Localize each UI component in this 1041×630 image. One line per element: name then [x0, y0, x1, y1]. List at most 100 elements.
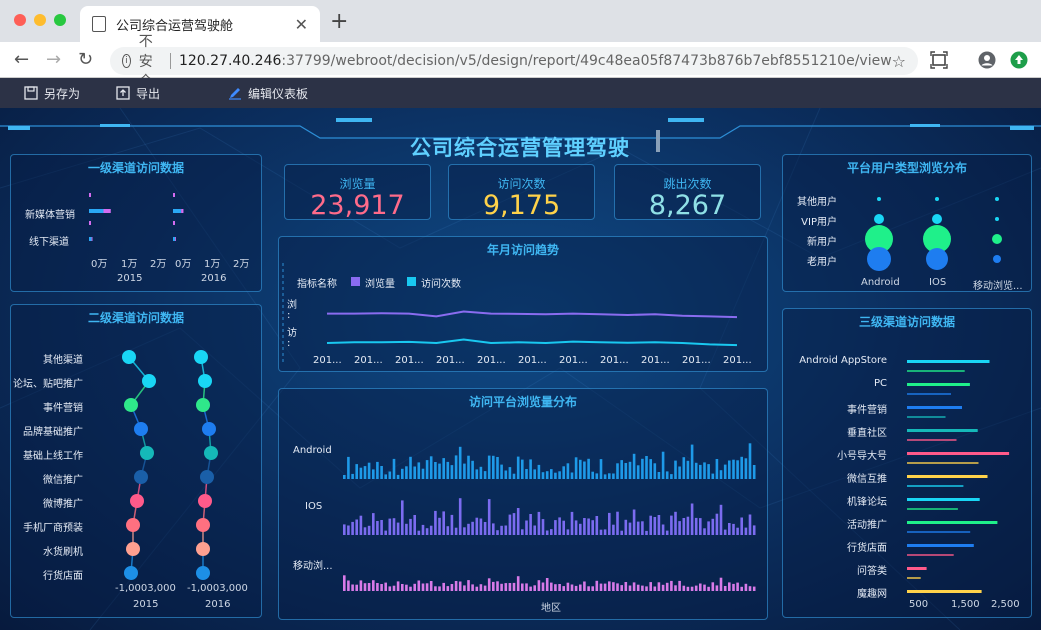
- bar: [657, 582, 661, 591]
- bar: [616, 463, 619, 479]
- tab-close-icon[interactable]: ✕: [295, 15, 308, 34]
- screen-capture-icon[interactable]: [930, 51, 948, 69]
- bar: [516, 508, 520, 535]
- close-window-button[interactable]: [14, 14, 26, 26]
- new-tab-button[interactable]: +: [330, 11, 348, 33]
- bar: [421, 524, 425, 535]
- kpi-value: 23,917: [310, 190, 405, 221]
- bar: [359, 467, 363, 479]
- bar: [425, 460, 429, 479]
- bar: [388, 518, 392, 535]
- bar-marker: [173, 221, 175, 225]
- panel-platform-distribution: 访问平台浏览量分布 Android IOS 移动浏... 地区: [278, 388, 768, 620]
- bar: [616, 511, 619, 535]
- bar: [587, 518, 590, 535]
- bar: [380, 584, 383, 591]
- bar: [541, 582, 545, 591]
- bar: [525, 583, 528, 591]
- bar: [907, 429, 978, 432]
- bar: [450, 465, 454, 479]
- bar: [636, 584, 640, 591]
- reload-icon[interactable]: ↻: [78, 50, 93, 70]
- forward-icon[interactable]: →: [46, 50, 61, 70]
- bubble: [992, 234, 1002, 244]
- bar: [558, 517, 561, 535]
- bar: [351, 521, 354, 535]
- bar: [595, 473, 599, 479]
- bar: [421, 583, 425, 591]
- bar: [442, 582, 445, 591]
- bar: [707, 521, 710, 535]
- bar-secondary: [907, 485, 964, 487]
- bar: [595, 580, 599, 591]
- edit-dashboard-button[interactable]: 编辑仪表板: [228, 85, 308, 102]
- bar: [483, 585, 487, 591]
- bar: [649, 459, 652, 479]
- bubble: [877, 197, 881, 201]
- profile-avatar-icon[interactable]: [978, 51, 996, 69]
- bar: [665, 530, 669, 535]
- bar: [574, 520, 578, 535]
- x-tick-label: 201...: [395, 355, 424, 366]
- bar: [396, 474, 400, 479]
- bar: [359, 580, 363, 591]
- bar: [475, 517, 479, 535]
- bubble: [993, 255, 1001, 263]
- bar: [707, 464, 710, 479]
- bar: [545, 530, 549, 535]
- bar-secondary: [907, 393, 951, 395]
- bar: [454, 455, 458, 479]
- data-point: [196, 398, 210, 412]
- bar: [475, 469, 479, 479]
- bar: [487, 578, 491, 591]
- x-tick-label: 201...: [436, 355, 465, 366]
- bar: [516, 576, 520, 591]
- maximize-window-button[interactable]: [54, 14, 66, 26]
- save-as-button[interactable]: 另存为: [24, 85, 80, 102]
- x-tick-label: 201...: [313, 355, 342, 366]
- browser-tab[interactable]: 公司综合运营驾驶舱 ✕: [80, 6, 320, 42]
- bar: [405, 523, 408, 535]
- bar: [438, 517, 441, 535]
- data-point: [198, 494, 212, 508]
- bar: [458, 446, 462, 479]
- bar: [641, 585, 644, 591]
- bar: [367, 462, 371, 479]
- data-point: [124, 398, 138, 412]
- bar: [479, 584, 483, 591]
- bar: [752, 465, 756, 479]
- bar: [690, 503, 694, 535]
- bar: [723, 464, 727, 479]
- bar: [413, 583, 416, 591]
- minimize-window-button[interactable]: [34, 14, 46, 26]
- bar: [454, 527, 458, 535]
- bar-secondary: [907, 416, 946, 418]
- bar: [392, 518, 396, 535]
- bookmark-star-icon[interactable]: ☆: [892, 52, 906, 71]
- info-icon[interactable]: i: [122, 54, 131, 68]
- kpi-bounces: 跳出次数 8,267: [614, 164, 761, 220]
- bar: [632, 509, 636, 535]
- bar: [463, 527, 466, 535]
- bar: [384, 582, 387, 591]
- back-icon[interactable]: ←: [14, 50, 29, 70]
- bar: [467, 455, 470, 479]
- bar: [401, 468, 404, 479]
- bar-secondary: [907, 508, 958, 510]
- axis-tick: 0万: [91, 259, 108, 270]
- address-bar[interactable]: i 不安全 120.27.40.246 :37799/webroot/decis…: [110, 34, 918, 90]
- bar: [732, 459, 735, 479]
- export-button[interactable]: 导出: [116, 85, 160, 102]
- bar: [694, 585, 698, 591]
- bar-secondary: [907, 370, 965, 372]
- update-extension-icon[interactable]: [1010, 51, 1028, 69]
- bar: [558, 584, 561, 591]
- bar-secondary: [907, 577, 921, 579]
- bar: [529, 514, 532, 535]
- bar: [380, 520, 383, 535]
- bar: [541, 472, 545, 479]
- bar: [699, 464, 702, 479]
- bar: [512, 582, 516, 591]
- bar-marker: [89, 221, 91, 225]
- bar: [529, 586, 532, 591]
